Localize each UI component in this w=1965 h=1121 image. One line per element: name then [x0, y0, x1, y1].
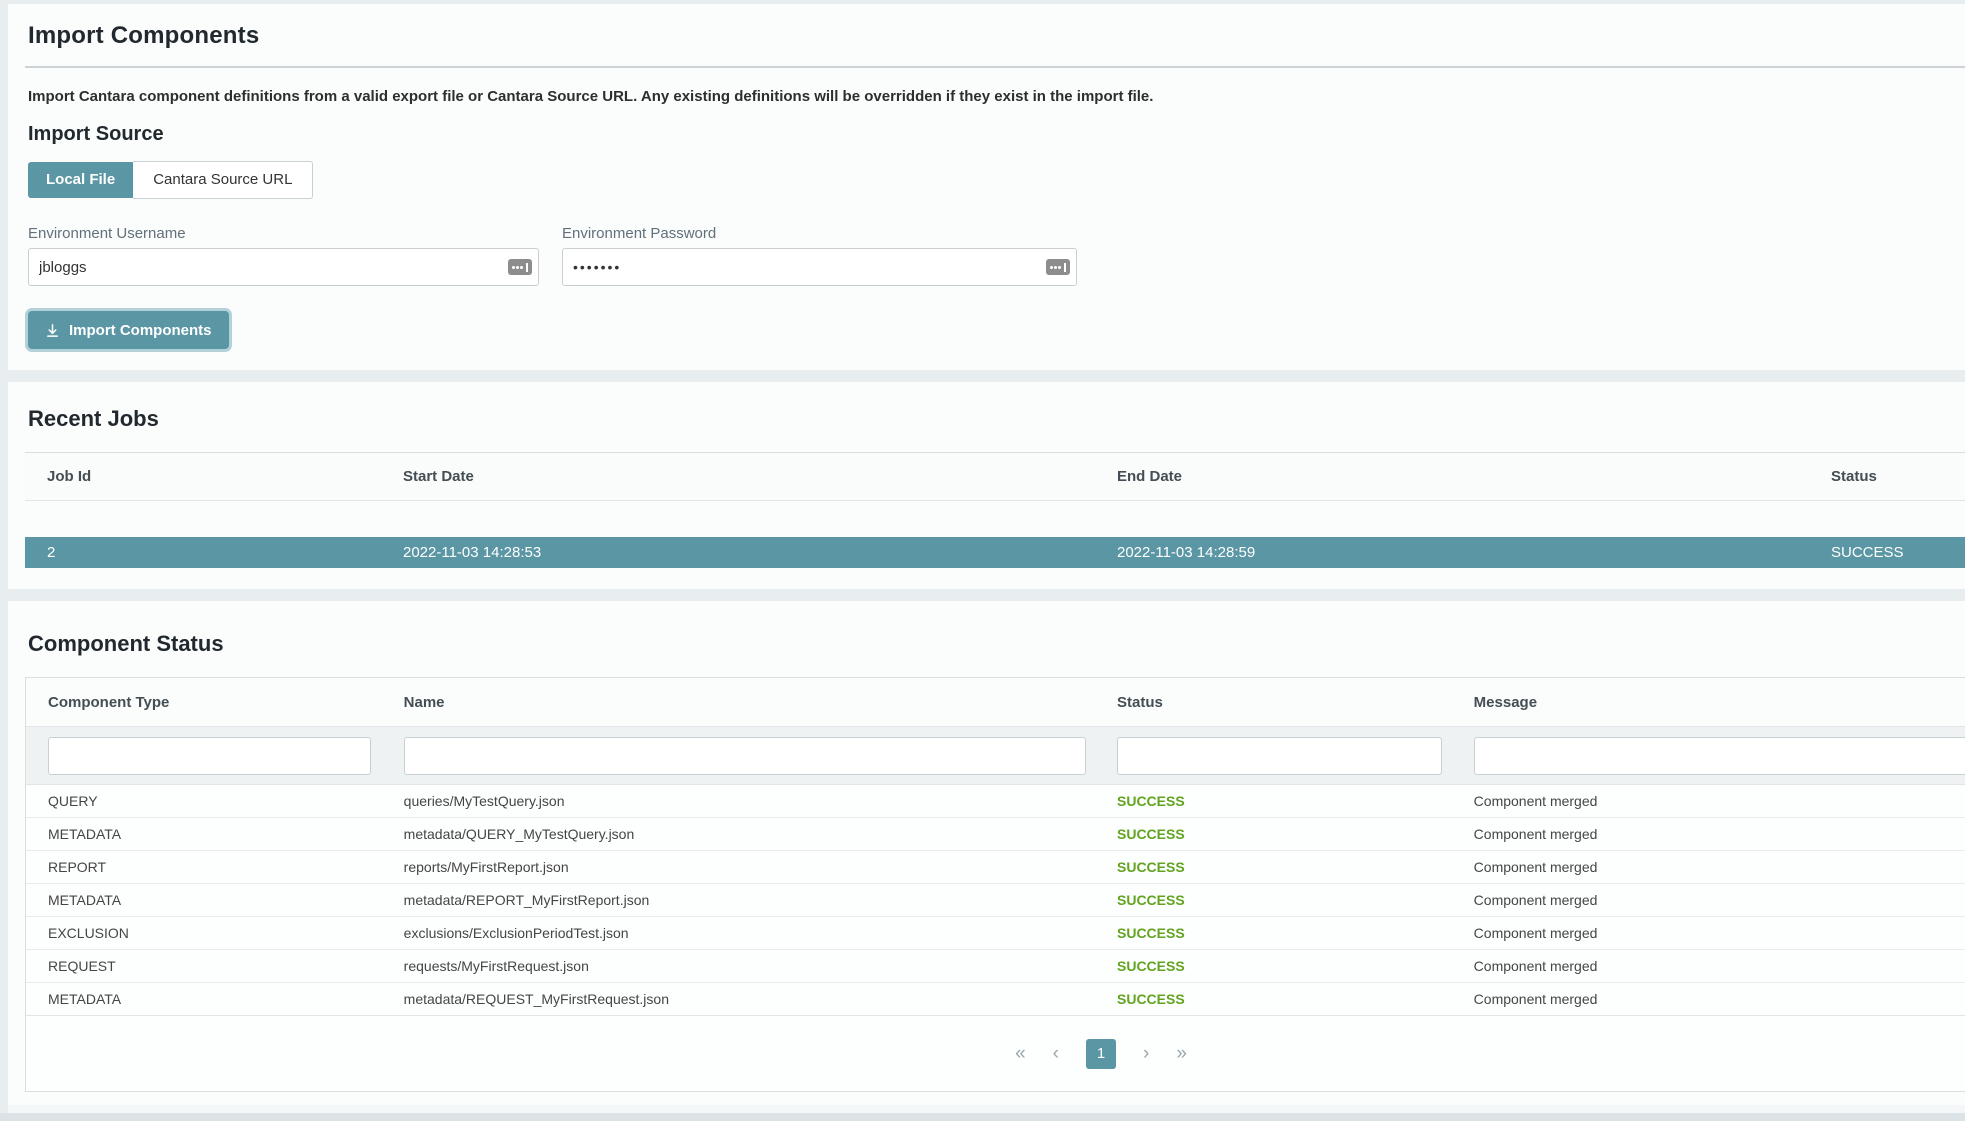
jobs-rows-container: 2 2022-11-03 14:28:53 2022-11-03 14:28:5… — [25, 537, 1965, 568]
username-field-group: Environment Username — [28, 225, 539, 286]
column-header-end-date: End Date — [1095, 468, 1809, 485]
section-gap — [0, 370, 1965, 382]
import-components-panel: Import Components Import Cantara compone… — [8, 4, 1965, 370]
username-input-wrap — [28, 248, 539, 286]
component-status-cell: SUCCESS — [1095, 925, 1452, 941]
component-status-table: Component Type Name Status Message QUERY… — [25, 677, 1965, 1092]
component-name-cell: reports/MyFirstReport.json — [382, 859, 1095, 875]
password-input-wrap — [562, 248, 1077, 286]
column-header-status: Status — [1095, 694, 1452, 711]
component-type-cell: METADATA — [26, 892, 382, 908]
environment-username-input[interactable] — [28, 248, 539, 286]
component-rows-container: QUERY queries/MyTestQuery.json SUCCESS C… — [26, 785, 1965, 1016]
component-status-header-row: Component Type Name Status Message — [26, 678, 1965, 727]
tab-local-file[interactable]: Local File — [28, 162, 133, 198]
component-status-title: Component Status — [28, 631, 1965, 657]
component-type-cell: METADATA — [26, 991, 382, 1007]
component-status-cell: SUCCESS — [1095, 793, 1452, 809]
last-page-icon[interactable]: » — [1176, 1044, 1187, 1063]
credentials-row: Environment Username Environment Passwor… — [28, 225, 1965, 286]
jobs-table-spacer-row — [25, 501, 1965, 537]
recent-jobs-title: Recent Jobs — [28, 406, 1965, 432]
horizontal-scrollbar[interactable] — [0, 1113, 1965, 1121]
component-row: METADATA metadata/REPORT_MyFirstReport.j… — [26, 884, 1965, 917]
page-description: Import Cantara component definitions fro… — [28, 88, 1965, 105]
import-components-button-label: Import Components — [69, 322, 212, 339]
component-type-cell: EXCLUSION — [26, 925, 382, 941]
column-header-name: Name — [382, 694, 1095, 711]
component-type-cell: REPORT — [26, 859, 382, 875]
component-status-panel: Component Status Component Type Name Sta… — [8, 601, 1965, 1105]
component-message-cell: Component merged — [1452, 991, 1965, 1007]
component-row: METADATA metadata/QUERY_MyTestQuery.json… — [26, 818, 1965, 851]
current-page-button[interactable]: 1 — [1086, 1039, 1116, 1069]
component-row: METADATA metadata/REQUEST_MyFirstRequest… — [26, 983, 1965, 1016]
next-page-icon[interactable]: › — [1143, 1044, 1149, 1063]
component-message-cell: Component merged — [1452, 859, 1965, 875]
pagination: « ‹ 1 › » — [26, 1016, 1965, 1091]
recent-jobs-table: Job Id Start Date End Date Status 2 2022… — [25, 452, 1965, 568]
component-type-cell: METADATA — [26, 826, 382, 842]
recent-jobs-panel: Recent Jobs Job Id Start Date End Date S… — [8, 382, 1965, 589]
component-status-cell: SUCCESS — [1095, 859, 1452, 875]
component-filter-row — [26, 727, 1965, 785]
first-page-icon[interactable]: « — [1015, 1044, 1026, 1063]
download-icon — [45, 323, 60, 338]
component-name-cell: metadata/QUERY_MyTestQuery.json — [382, 826, 1095, 842]
component-name-cell: exclusions/ExclusionPeriodTest.json — [382, 925, 1095, 941]
password-label: Environment Password — [562, 225, 1077, 242]
job-start-date-cell: 2022-11-03 14:28:53 — [381, 544, 1095, 561]
filter-status-input[interactable] — [1117, 737, 1442, 775]
import-source-tabs: Local File Cantara Source URL — [28, 162, 313, 199]
bottom-gap — [8, 1105, 1965, 1113]
component-name-cell: metadata/REPORT_MyFirstReport.json — [382, 892, 1095, 908]
section-gap — [0, 589, 1965, 601]
tab-cantara-source-url[interactable]: Cantara Source URL — [133, 161, 313, 199]
component-message-cell: Component merged — [1452, 826, 1965, 842]
job-status-cell: SUCCESS — [1809, 544, 1965, 561]
component-row: REQUEST requests/MyFirstRequest.json SUC… — [26, 950, 1965, 983]
password-field-group: Environment Password — [562, 225, 1077, 286]
component-message-cell: Component merged — [1452, 958, 1965, 974]
component-message-cell: Component merged — [1452, 793, 1965, 809]
column-header-job-id: Job Id — [25, 468, 381, 485]
username-label: Environment Username — [28, 225, 539, 242]
job-end-date-cell: 2022-11-03 14:28:59 — [1095, 544, 1809, 561]
prev-page-icon[interactable]: ‹ — [1053, 1044, 1059, 1063]
page-title: Import Components — [28, 22, 1965, 50]
component-row: EXCLUSION exclusions/ExclusionPeriodTest… — [26, 917, 1965, 950]
component-row: QUERY queries/MyTestQuery.json SUCCESS C… — [26, 785, 1965, 818]
component-name-cell: metadata/REQUEST_MyFirstRequest.json — [382, 991, 1095, 1007]
import-components-button[interactable]: Import Components — [28, 311, 229, 349]
component-status-cell: SUCCESS — [1095, 892, 1452, 908]
component-status-cell: SUCCESS — [1095, 958, 1452, 974]
component-name-cell: requests/MyFirstRequest.json — [382, 958, 1095, 974]
filter-component-type-input[interactable] — [48, 737, 371, 775]
keyboard-input-icon[interactable] — [1046, 259, 1070, 275]
column-header-message: Message — [1452, 694, 1965, 711]
keyboard-input-icon[interactable] — [508, 259, 532, 275]
component-message-cell: Component merged — [1452, 892, 1965, 908]
import-source-heading: Import Source — [28, 123, 1965, 146]
component-message-cell: Component merged — [1452, 925, 1965, 941]
recent-jobs-header-row: Job Id Start Date End Date Status — [25, 453, 1965, 501]
component-type-cell: QUERY — [26, 793, 382, 809]
component-type-cell: REQUEST — [26, 958, 382, 974]
filter-name-input[interactable] — [404, 737, 1086, 775]
column-header-start-date: Start Date — [381, 468, 1095, 485]
title-divider — [25, 66, 1965, 68]
component-status-cell: SUCCESS — [1095, 991, 1452, 1007]
job-id-cell: 2 — [25, 544, 381, 561]
column-header-component-type: Component Type — [26, 694, 382, 711]
filter-message-input[interactable] — [1474, 737, 1965, 775]
component-status-cell: SUCCESS — [1095, 826, 1452, 842]
component-name-cell: queries/MyTestQuery.json — [382, 793, 1095, 809]
job-row-selected[interactable]: 2 2022-11-03 14:28:53 2022-11-03 14:28:5… — [25, 537, 1965, 568]
environment-password-input[interactable] — [562, 248, 1077, 286]
component-row: REPORT reports/MyFirstReport.json SUCCES… — [26, 851, 1965, 884]
column-header-status: Status — [1809, 468, 1965, 485]
